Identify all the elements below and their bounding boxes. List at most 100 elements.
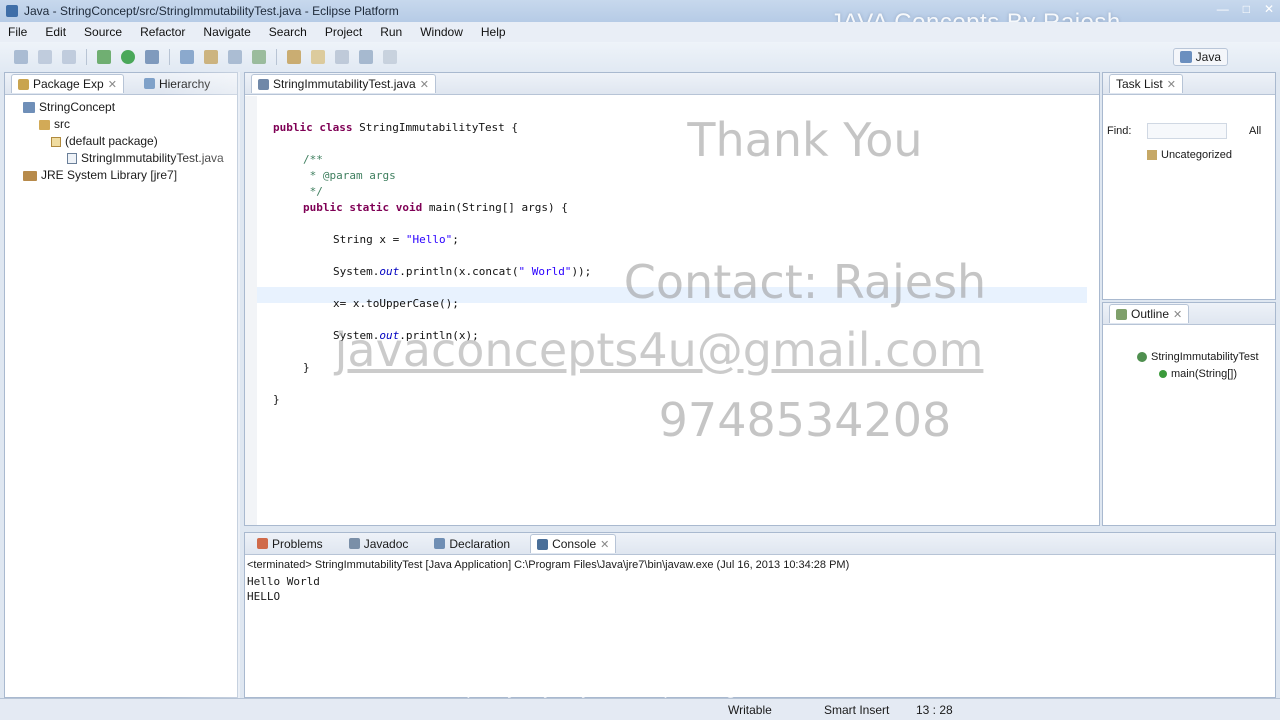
tree-item-src[interactable]: src [23,116,237,133]
open-type-icon[interactable] [204,50,218,64]
menu-navigate[interactable]: Navigate [203,25,250,39]
console-line: HELLO [247,590,281,603]
menu-search[interactable]: Search [269,25,307,39]
outline-class[interactable]: StringImmutabilityTest [1137,351,1259,363]
package-icon [51,136,61,147]
tab-declaration[interactable]: Declaration [428,535,516,553]
keyword: public class [273,121,353,134]
menu-refactor[interactable]: Refactor [140,25,185,39]
outline-method[interactable]: main(String[]) [1159,368,1237,380]
category-label: Uncategorized [1161,149,1232,161]
tab-javadoc-label: Javadoc [363,536,409,551]
tab-task-list[interactable]: Task List ✕ [1109,74,1183,93]
console-output[interactable]: <terminated> StringImmutabilityTest [Jav… [245,555,1275,603]
close-icon[interactable]: ✕ [108,78,117,91]
menu-help[interactable]: Help [481,25,506,39]
category-uncategorized[interactable]: Uncategorized [1147,149,1232,161]
tab-package-explorer[interactable]: Package Exp ✕ [11,74,124,93]
save-icon[interactable] [38,50,52,64]
close-icon[interactable]: ✕ [600,538,609,551]
tree-item-jre-library[interactable]: JRE System Library [jre7] [23,167,237,184]
mark-occurrences-icon[interactable] [311,50,325,64]
tab-problems[interactable]: Problems [251,535,329,553]
external-tools-icon[interactable] [145,50,159,64]
package-explorer-panel: Package Exp ✕ Hierarchy StringConcept sr… [4,72,238,698]
editor-tabs: StringImmutabilityTest.java ✕ [245,73,1099,95]
code-line: String x = "Hello"; [333,233,459,246]
search-icon[interactable] [180,50,194,64]
find-input[interactable] [1147,123,1227,139]
menu-edit[interactable]: Edit [45,25,66,39]
perspective-switcher[interactable]: Java [1172,48,1228,66]
outline-method-label: main(String[]) [1171,368,1238,380]
annotation-icon[interactable] [335,50,349,64]
menu-window[interactable]: Window [420,25,463,39]
minimize-icon[interactable]: — [1217,2,1229,16]
tree-item-java-file[interactable]: StringImmutabilityTest.java [23,150,237,167]
java-perspective-icon [1179,51,1192,63]
new-package-icon[interactable] [228,50,242,64]
menu-project[interactable]: Project [325,25,362,39]
tree-item-label: JRE System Library [jre7] [41,168,178,182]
back-icon[interactable] [359,50,373,64]
close-icon[interactable]: ✕ [1264,2,1274,16]
new-icon[interactable] [14,50,28,64]
run-icon[interactable] [121,50,135,64]
tab-declaration-label: Declaration [449,536,511,551]
tree-item-project[interactable]: StringConcept [23,99,237,116]
tab-editor-file[interactable]: StringImmutabilityTest.java ✕ [251,74,436,93]
console-header: <terminated> StringImmutabilityTest [Jav… [247,559,850,571]
code-comment: /** [303,153,323,166]
tab-javadoc[interactable]: Javadoc [343,535,415,553]
outline-icon [1116,308,1127,320]
close-icon[interactable]: ✕ [420,78,429,91]
tab-problems-label: Problems [272,536,323,551]
eclipse-app-icon [6,5,18,17]
overlay-thanks: Thank You [687,113,923,167]
status-cursor-position: 13 : 28 [916,702,953,717]
package-explorer-tabs: Package Exp ✕ Hierarchy [5,73,237,95]
main-toolbar [0,42,1280,72]
filter-all[interactable]: All [1249,125,1261,137]
status-bar: Writable Smart Insert 13 : 28 [0,698,1280,720]
tab-package-explorer-label: Package Exp [33,77,104,91]
class-icon [1137,352,1147,362]
tab-hierarchy[interactable]: Hierarchy [138,75,216,93]
toolbar-separator [169,49,170,65]
tab-console[interactable]: Console ✕ [530,534,617,553]
maximize-icon[interactable]: □ [1243,2,1250,16]
overlay-email: javaconcepts4u@gmail.com [334,323,984,377]
toolbar-separator [86,49,87,65]
tab-outline[interactable]: Outline ✕ [1109,304,1190,323]
tree-item-label: (default package) [65,134,158,148]
code-line: } [273,393,280,406]
title-bar: Java - StringConcept/src/StringImmutabil… [0,0,1280,36]
print-icon[interactable] [62,50,76,64]
code-comment: */ [303,185,323,198]
new-class-icon[interactable] [252,50,266,64]
close-icon[interactable]: ✕ [1173,308,1182,321]
window-controls: — □ ✕ [1217,2,1274,16]
code-line: public static void main(String[] args) { [303,201,568,214]
tree-item-label: StringImmutabilityTest.java [81,151,224,165]
menu-source[interactable]: Source [84,25,122,39]
editor-tab-label: StringImmutabilityTest.java [273,77,416,91]
window-title: Java - StringConcept/src/StringImmutabil… [24,4,399,18]
java-file-icon [67,153,77,164]
tree-item-label: StringConcept [39,100,116,114]
close-icon[interactable]: ✕ [1167,78,1176,91]
code-line: x= x.toUpperCase(); [333,297,459,310]
task-list-panel: Task List ✕ Find: All Uncategorized [1102,72,1276,300]
javadoc-icon [348,538,360,549]
debug-icon[interactable] [97,50,111,64]
tree-item-default-package[interactable]: (default package) [23,133,237,150]
hierarchy-icon [143,78,155,89]
overlay-phone: 9748534208 [658,393,952,447]
forward-icon[interactable] [383,50,397,64]
console-line: Hello World [247,575,320,588]
menu-run[interactable]: Run [380,25,402,39]
tree-item-label: src [54,117,70,131]
declaration-icon [434,538,446,549]
open-folder-icon[interactable] [287,50,301,64]
menu-file[interactable]: File [8,25,27,39]
